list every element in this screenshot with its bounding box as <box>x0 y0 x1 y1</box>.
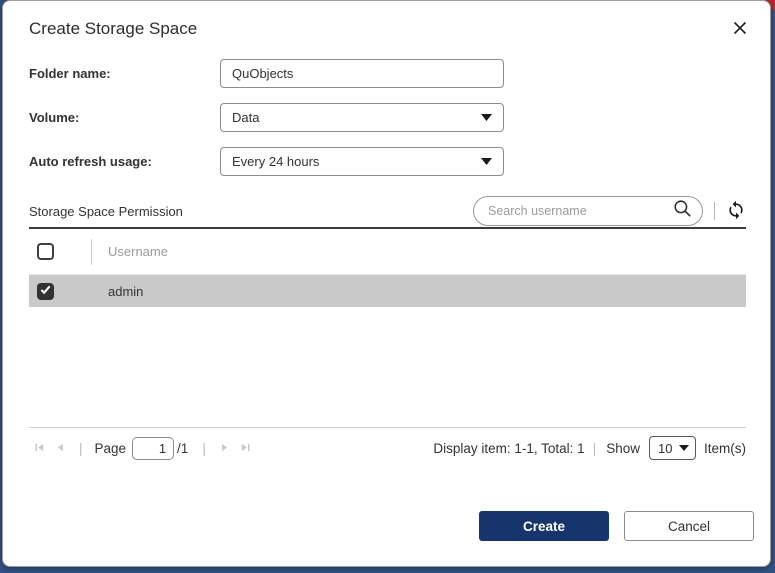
folder-name-row: Folder name: <box>29 59 504 88</box>
next-page-icon <box>219 441 230 456</box>
first-page-icon <box>34 441 45 456</box>
pager-separator: | <box>79 441 83 456</box>
caret-down-icon <box>679 445 689 451</box>
pager-separator: | <box>593 441 597 456</box>
header-divider <box>714 202 715 220</box>
caret-down-icon <box>481 114 492 121</box>
create-button[interactable]: Create <box>479 511 609 541</box>
dialog-title: Create Storage Space <box>29 19 197 39</box>
page-number-input[interactable] <box>132 437 174 460</box>
page-total: /1 <box>177 441 188 456</box>
auto-refresh-selected-value: Every 24 hours <box>232 154 481 169</box>
cancel-button[interactable]: Cancel <box>624 511 754 541</box>
page-size-select[interactable]: 10 <box>649 436 696 460</box>
row-checkbox[interactable] <box>37 283 54 300</box>
table-header-row: Username <box>29 229 746 275</box>
volume-select[interactable]: Data <box>220 103 504 132</box>
create-storage-space-dialog: Create Storage Space Folder name: Volume… <box>2 0 771 567</box>
previous-page-button[interactable] <box>50 441 71 456</box>
auto-refresh-select[interactable]: Every 24 hours <box>220 147 504 176</box>
check-icon <box>40 282 51 300</box>
permission-section-header: Storage Space Permission <box>29 195 746 227</box>
first-page-button[interactable] <box>29 441 50 456</box>
show-label: Show <box>606 441 640 456</box>
last-page-button[interactable] <box>235 441 256 456</box>
refresh-button[interactable] <box>726 200 746 223</box>
caret-down-icon <box>481 158 492 165</box>
auto-refresh-label: Auto refresh usage: <box>29 154 220 169</box>
pagination-bar: | Page /1 | Display item: 1-1, Total: 1 … <box>29 433 746 463</box>
select-all-checkbox[interactable] <box>37 243 54 260</box>
username-cell: admin <box>108 284 143 299</box>
page-size-value: 10 <box>658 441 679 456</box>
permission-table: Username admin <box>29 227 746 428</box>
table-row[interactable]: admin <box>29 275 746 307</box>
close-icon <box>733 21 747 38</box>
last-page-icon <box>240 441 251 456</box>
auto-refresh-row: Auto refresh usage: Every 24 hours <box>29 147 504 176</box>
next-page-button[interactable] <box>214 441 235 456</box>
search-username-field <box>473 196 703 226</box>
dialog-footer: Create Cancel <box>479 511 754 541</box>
volume-label: Volume: <box>29 110 220 125</box>
permission-section-title: Storage Space Permission <box>29 204 473 219</box>
close-button[interactable] <box>731 20 749 38</box>
page-label: Page <box>95 441 127 456</box>
search-username-input[interactable] <box>488 204 673 218</box>
column-divider <box>91 239 92 265</box>
sync-icon <box>726 200 746 223</box>
pager-separator: | <box>202 441 206 456</box>
folder-name-field <box>220 59 504 88</box>
folder-name-input[interactable] <box>232 60 492 87</box>
folder-name-label: Folder name: <box>29 66 220 81</box>
display-item-text: Display item: 1-1, Total: 1 <box>433 441 584 456</box>
username-column-header: Username <box>108 244 168 259</box>
volume-selected-value: Data <box>232 110 481 125</box>
magnifier-icon[interactable] <box>673 199 692 223</box>
items-label: Item(s) <box>704 441 746 456</box>
previous-page-icon <box>55 441 66 456</box>
volume-row: Volume: Data <box>29 103 504 132</box>
